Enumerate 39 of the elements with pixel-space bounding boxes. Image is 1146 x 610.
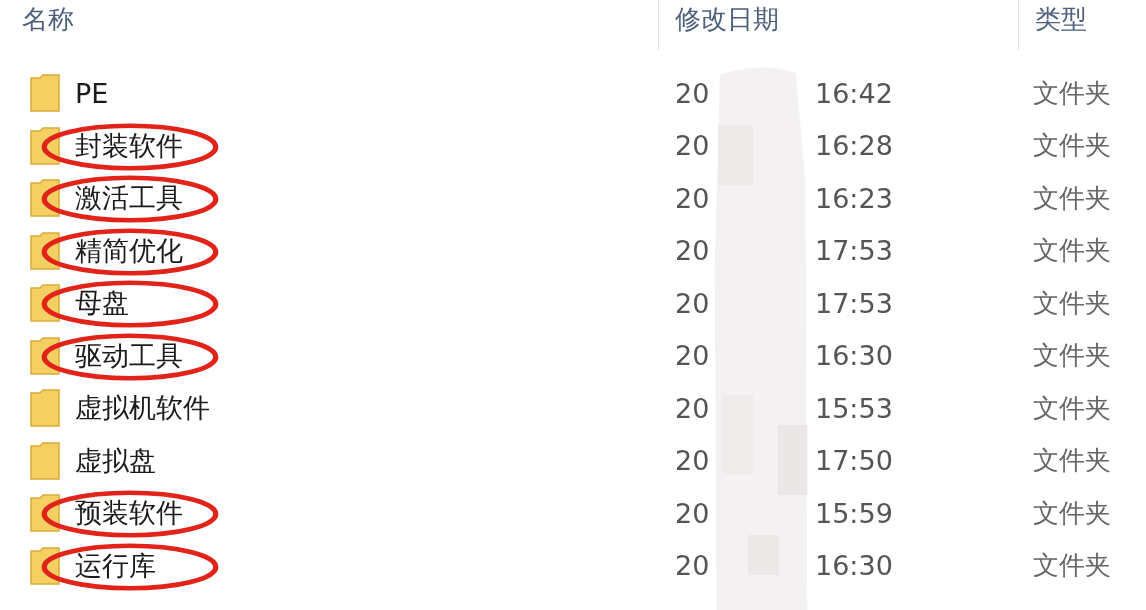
- time-text: 16:23: [815, 182, 893, 214]
- date-text: 20: [675, 340, 711, 372]
- date-text: 20: [675, 497, 711, 529]
- time-text: 16:28: [815, 130, 893, 162]
- date-text: 20: [675, 445, 711, 477]
- column-header[interactable]: 名称: [22, 2, 74, 37]
- date-text: 20: [675, 130, 711, 162]
- column-header[interactable]: 修改日期: [675, 2, 779, 37]
- date-text: 20: [675, 77, 711, 109]
- folder-icon: [30, 441, 60, 480]
- time-text: 15:53: [815, 392, 893, 424]
- type-text: 文件夹: [1033, 235, 1111, 266]
- file-name[interactable]: 虚拟盘: [75, 442, 156, 479]
- time-text: 17:50: [815, 445, 893, 477]
- type-text: 文件夹: [1033, 182, 1111, 213]
- time-text: 17:53: [815, 287, 893, 319]
- date-text: 20: [675, 392, 711, 424]
- file-name[interactable]: PE: [75, 77, 109, 109]
- type-text: 文件夹: [1033, 497, 1111, 528]
- folder-icon: [30, 389, 60, 428]
- file-name[interactable]: 虚拟机软件: [75, 390, 210, 427]
- type-text: 文件夹: [1033, 340, 1111, 371]
- time-text: 16:30: [815, 340, 893, 372]
- type-text: 文件夹: [1033, 130, 1111, 161]
- date-text: 20: [675, 287, 711, 319]
- type-text: 文件夹: [1033, 392, 1111, 423]
- date-text: 20: [675, 182, 711, 214]
- type-text: 文件夹: [1033, 550, 1111, 581]
- type-text: 文件夹: [1033, 287, 1111, 318]
- column-header[interactable]: 类型: [1035, 2, 1087, 37]
- time-text: 16:30: [815, 550, 893, 582]
- time-text: 17:53: [815, 235, 893, 267]
- time-text: 16:42: [815, 77, 893, 109]
- time-text: 15:59: [815, 497, 893, 529]
- date-text: 20: [675, 235, 711, 267]
- date-text: 20: [675, 550, 711, 582]
- type-text: 文件夹: [1033, 77, 1111, 108]
- folder-icon: [30, 74, 60, 113]
- type-text: 文件夹: [1033, 445, 1111, 476]
